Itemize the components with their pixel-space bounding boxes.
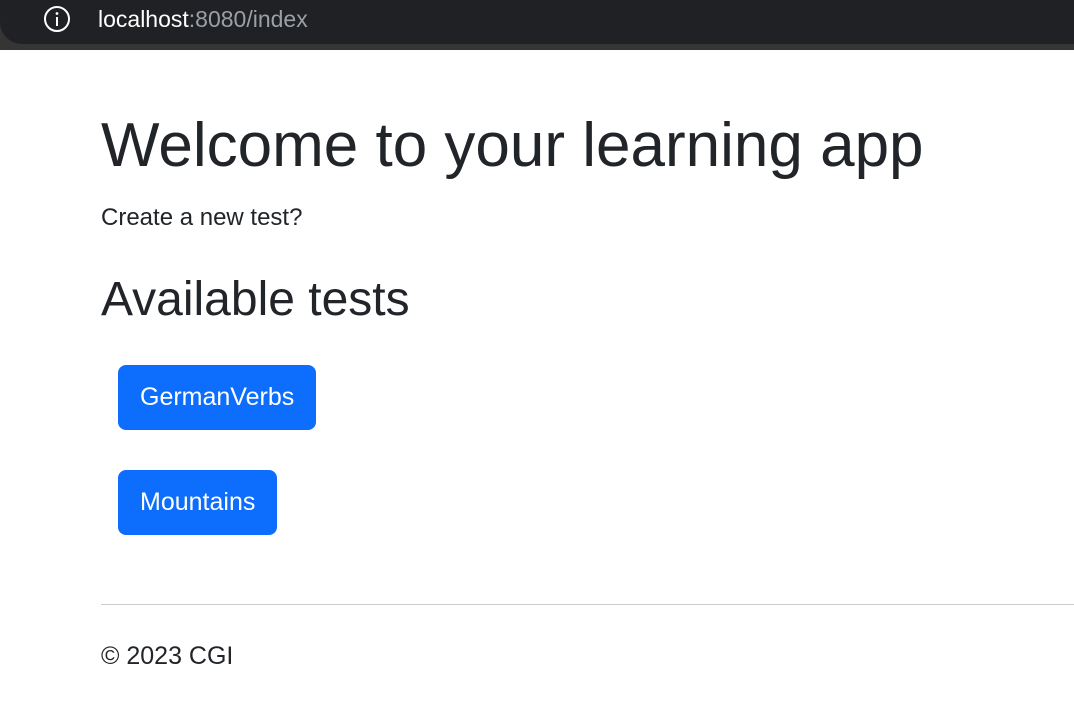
url-text[interactable]: localhost:8080/index: [98, 5, 308, 33]
address-bar[interactable]: localhost:8080/index: [0, 0, 1074, 44]
browser-toolbar: localhost:8080/index: [0, 0, 1074, 50]
footer-copyright: © 2023 CGI: [101, 642, 234, 670]
test-button-mountains[interactable]: Mountains: [118, 470, 278, 535]
section-title: Available tests: [101, 273, 410, 326]
url-path: :8080/index: [188, 6, 308, 32]
info-icon[interactable]: [43, 5, 71, 33]
page-title: Welcome to your learning app: [101, 111, 924, 180]
test-button-germanverbs[interactable]: GermanVerbs: [118, 365, 317, 430]
create-test-link[interactable]: Create a new test?: [101, 203, 302, 233]
page-content: Welcome to your learning app Create a ne…: [0, 50, 1074, 712]
url-host: localhost: [98, 6, 189, 32]
footer-divider: [101, 604, 1074, 605]
